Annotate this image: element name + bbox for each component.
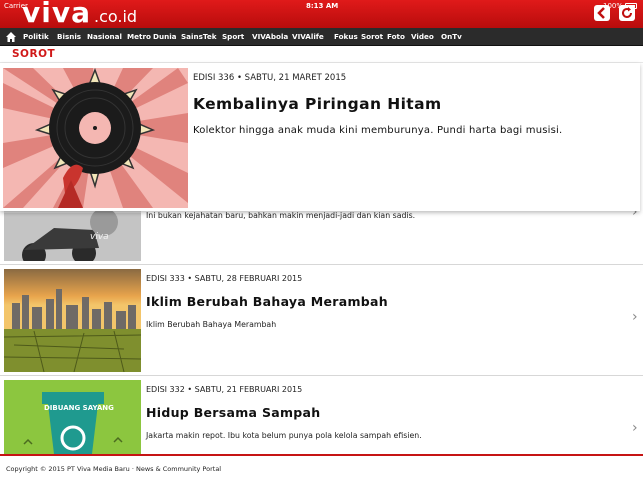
article-image: DIBUANG SAYANG <box>4 380 141 454</box>
article-edition: EDISI 332 • SABTU, 21 FEBRUARI 2015 <box>146 385 303 394</box>
nav-item-bisnis[interactable]: Bisnis <box>57 32 81 41</box>
article-title[interactable]: Hidup Bersama Sampah <box>146 405 321 420</box>
nav-item-dunia[interactable]: Dunia <box>153 32 177 41</box>
logo-text: viva <box>22 0 91 29</box>
article-description: Jakarta makin repot. Ibu kota belum puny… <box>146 431 422 440</box>
category-nav: Politik Bisnis Nasional Metro Dunia Sain… <box>0 28 643 46</box>
vinyl-record-illustration <box>3 68 188 208</box>
featured-article[interactable]: EDISI 336 • SABTU, 21 MARET 2015 Kembali… <box>0 63 640 211</box>
nav-item-vivalife[interactable]: VIVAlife <box>292 32 324 41</box>
section-header: SOROT <box>0 46 643 63</box>
article-row[interactable]: DIBUANG SAYANG EDISI 332 • SABTU, 21 FEB… <box>0 376 643 454</box>
nav-item-politik[interactable]: Politik <box>23 32 49 41</box>
refresh-button[interactable] <box>619 5 635 21</box>
article-image <box>4 269 141 372</box>
app-header: Carrier 8:13 AM 100% viva .co.id <box>0 0 643 28</box>
nav-item-fokus[interactable]: Fokus <box>334 32 358 41</box>
nav-item-nasional[interactable]: Nasional <box>87 32 122 41</box>
image-caption: viva <box>90 232 109 242</box>
article-description: Iklim Berubah Bahaya Merambah <box>146 320 277 329</box>
viva-logo[interactable]: viva .co.id <box>22 0 137 27</box>
recycle-bin-illustration <box>4 380 141 454</box>
nav-item-video[interactable]: Video <box>411 32 434 41</box>
featured-description: Kolektor hingga anak muda kini memburuny… <box>193 125 563 136</box>
article-title[interactable]: Iklim Berubah Bahaya Merambah <box>146 294 388 309</box>
nav-item-vivabola[interactable]: VIVAbola <box>252 32 288 41</box>
featured-title[interactable]: Kembalinya Piringan Hitam <box>193 95 442 113</box>
climate-city-illustration <box>4 269 141 372</box>
featured-edition: EDISI 336 • SABTU, 21 MARET 2015 <box>193 73 347 83</box>
image-caption: DIBUANG SAYANG <box>44 404 114 412</box>
nav-item-foto[interactable]: Foto <box>387 32 405 41</box>
article-edition: EDISI 333 • SABTU, 28 FEBRUARI 2015 <box>146 274 303 283</box>
home-icon[interactable] <box>5 31 17 43</box>
article-description: Ini bukan kejahatan baru, bahkan makin m… <box>146 211 416 220</box>
back-arrow-icon <box>597 7 605 19</box>
nav-item-sainstek[interactable]: SainsTek <box>181 32 217 41</box>
copyright-text: Copyright © 2015 PT Viva Media Baru · Ne… <box>6 465 222 473</box>
featured-image <box>3 68 188 208</box>
chevron-right-icon: › <box>632 420 638 436</box>
chevron-right-icon: › <box>632 309 638 325</box>
status-time: 8:13 AM <box>306 2 339 10</box>
nav-item-sorot[interactable]: Sorot <box>361 32 383 41</box>
article-row[interactable]: EDISI 333 • SABTU, 28 FEBRUARI 2015 Ikli… <box>0 265 643 376</box>
page-footer: Copyright © 2015 PT Viva Media Baru · Ne… <box>0 454 643 482</box>
section-title: SOROT <box>12 48 56 60</box>
nav-item-sport[interactable]: Sport <box>222 32 244 41</box>
logo-domain: .co.id <box>94 7 138 26</box>
nav-item-metro[interactable]: Metro <box>127 32 151 41</box>
refresh-icon <box>622 7 632 18</box>
nav-item-ontv[interactable]: OnTv <box>441 32 462 41</box>
back-button[interactable] <box>594 5 610 21</box>
